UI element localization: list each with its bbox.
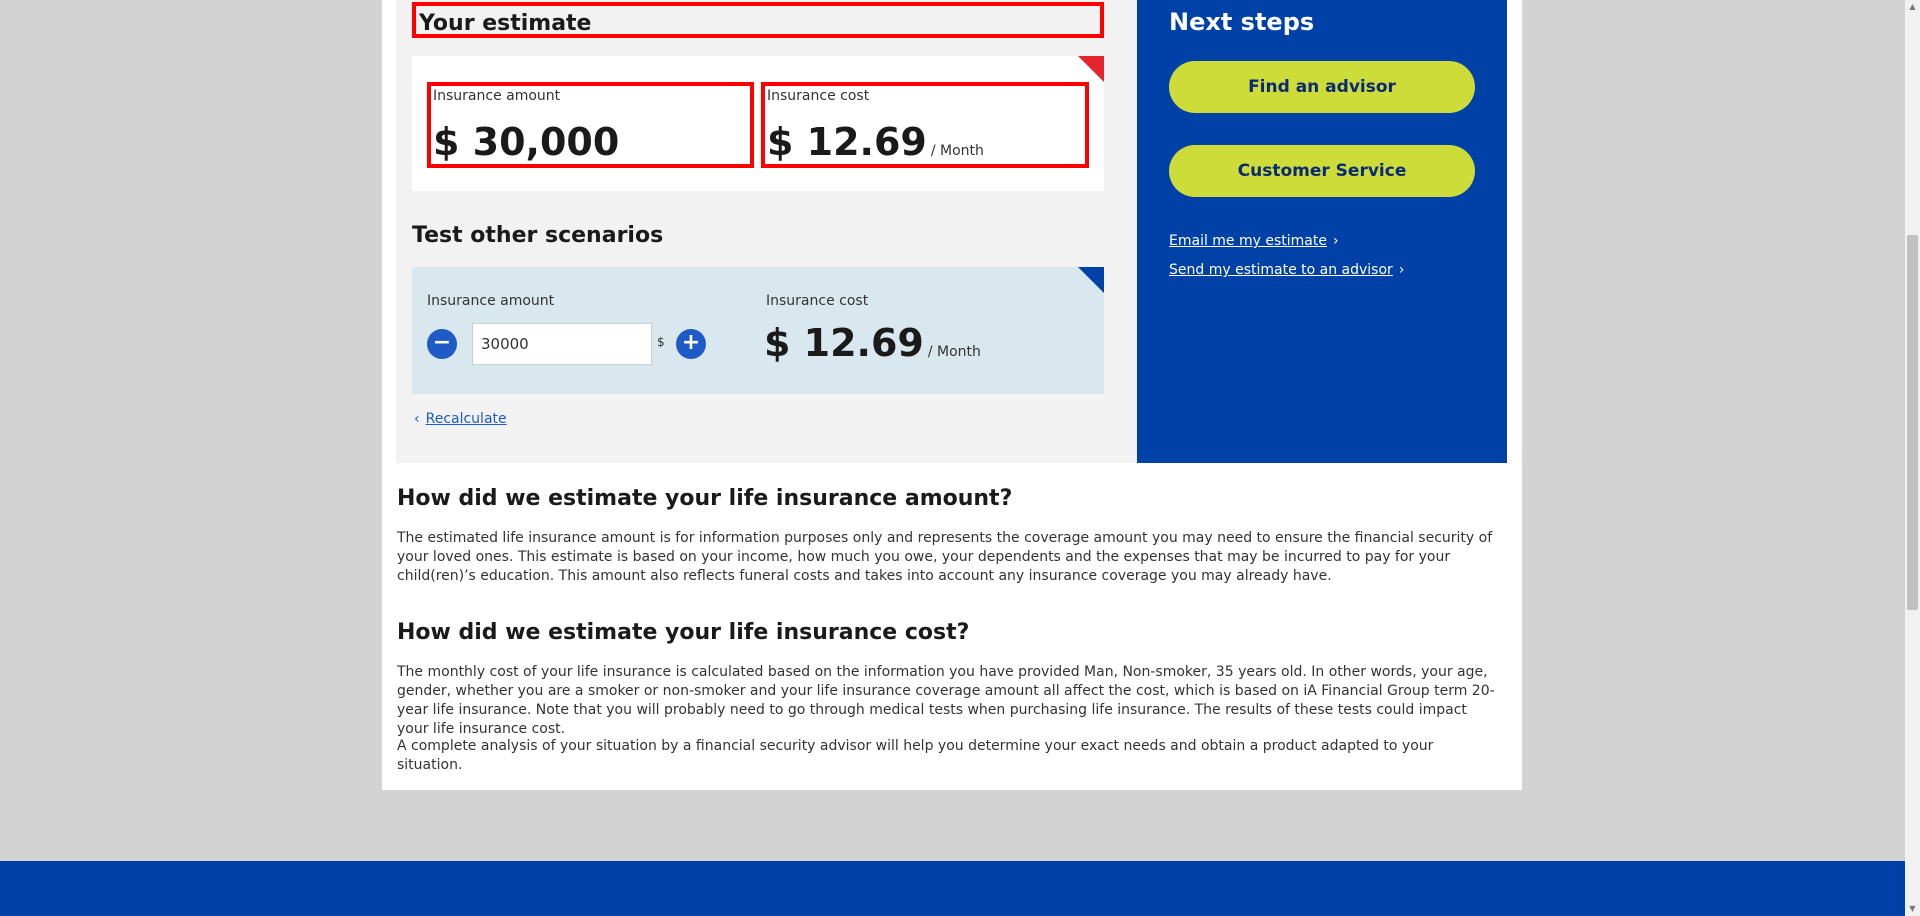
scroll-down-icon[interactable]: ▼ (1905, 902, 1920, 916)
amount-explanation-text: The estimated life insurance amount is f… (397, 530, 1493, 584)
customer-service-button[interactable]: Customer Service (1169, 145, 1475, 197)
next-steps-title: Next steps (1169, 8, 1315, 36)
insurance-cost-unit: / Month (930, 143, 984, 159)
scrollbar-thumb[interactable] (1907, 235, 1918, 610)
corner-flag-red (1078, 56, 1104, 82)
scenario-cost-label: Insurance cost (766, 293, 869, 309)
corner-flag-blue (1078, 267, 1104, 293)
estimate-card: Insurance amount $ 30,000 Insurance cost… (412, 56, 1104, 191)
next-steps-panel: Next steps Find an advisor Customer Serv… (1137, 0, 1507, 463)
scenario-amount-label: Insurance amount (427, 293, 555, 309)
scenarios-card: Insurance amount − $ + Insurance cost $ … (412, 267, 1104, 394)
insurance-amount-value: $ 30,000 (433, 120, 620, 164)
insurance-cost-value-wrap: $ 12.69/ Month (767, 120, 984, 164)
recalculate-link[interactable]: Recalculate (426, 411, 507, 427)
chevron-right-icon: › (1398, 262, 1405, 278)
estimate-title: Your estimate (419, 11, 592, 36)
scenario-cost-wrap: $ 12.69/ Month (764, 321, 981, 365)
email-estimate-label: Email me my estimate (1169, 233, 1327, 249)
send-estimate-link[interactable]: Send my estimate to an advisor › (1169, 262, 1404, 278)
insurance-amount-input[interactable] (472, 323, 652, 365)
find-advisor-button[interactable]: Find an advisor (1169, 61, 1475, 113)
insurance-cost-value: $ 12.69 (767, 120, 927, 164)
currency-suffix: $ (657, 335, 665, 349)
scenario-cost-value: $ 12.69 (764, 321, 924, 365)
insurance-amount-box: Insurance amount $ 30,000 (427, 82, 754, 168)
chevron-left-icon: ‹ (414, 411, 420, 427)
recalculate-link-wrap[interactable]: ‹ Recalculate (414, 411, 507, 427)
cost-explanation-text: The monthly cost of your life insurance … (397, 664, 1495, 737)
analysis-text: A complete analysis of your situation by… (397, 738, 1434, 773)
amount-explanation-heading: How did we estimate your life insurance … (397, 486, 1013, 511)
email-estimate-link[interactable]: Email me my estimate › (1169, 233, 1339, 249)
footer-bar (0, 861, 1905, 916)
estimate-title-box: Your estimate (412, 2, 1104, 38)
insurance-cost-label: Insurance cost (767, 88, 870, 104)
chevron-right-icon: › (1332, 233, 1339, 249)
cost-explanation-heading: How did we estimate your life insurance … (397, 620, 970, 645)
decrease-amount-button[interactable]: − (427, 329, 457, 359)
insurance-amount-label: Insurance amount (433, 88, 561, 104)
send-estimate-label: Send my estimate to an advisor (1169, 262, 1393, 278)
scenarios-title: Test other scenarios (412, 223, 664, 248)
increase-amount-button[interactable]: + (676, 329, 706, 359)
scroll-up-icon[interactable]: ▲ (1905, 0, 1920, 14)
scenario-cost-unit: / Month (927, 344, 981, 360)
insurance-cost-box: Insurance cost $ 12.69/ Month (761, 82, 1089, 168)
